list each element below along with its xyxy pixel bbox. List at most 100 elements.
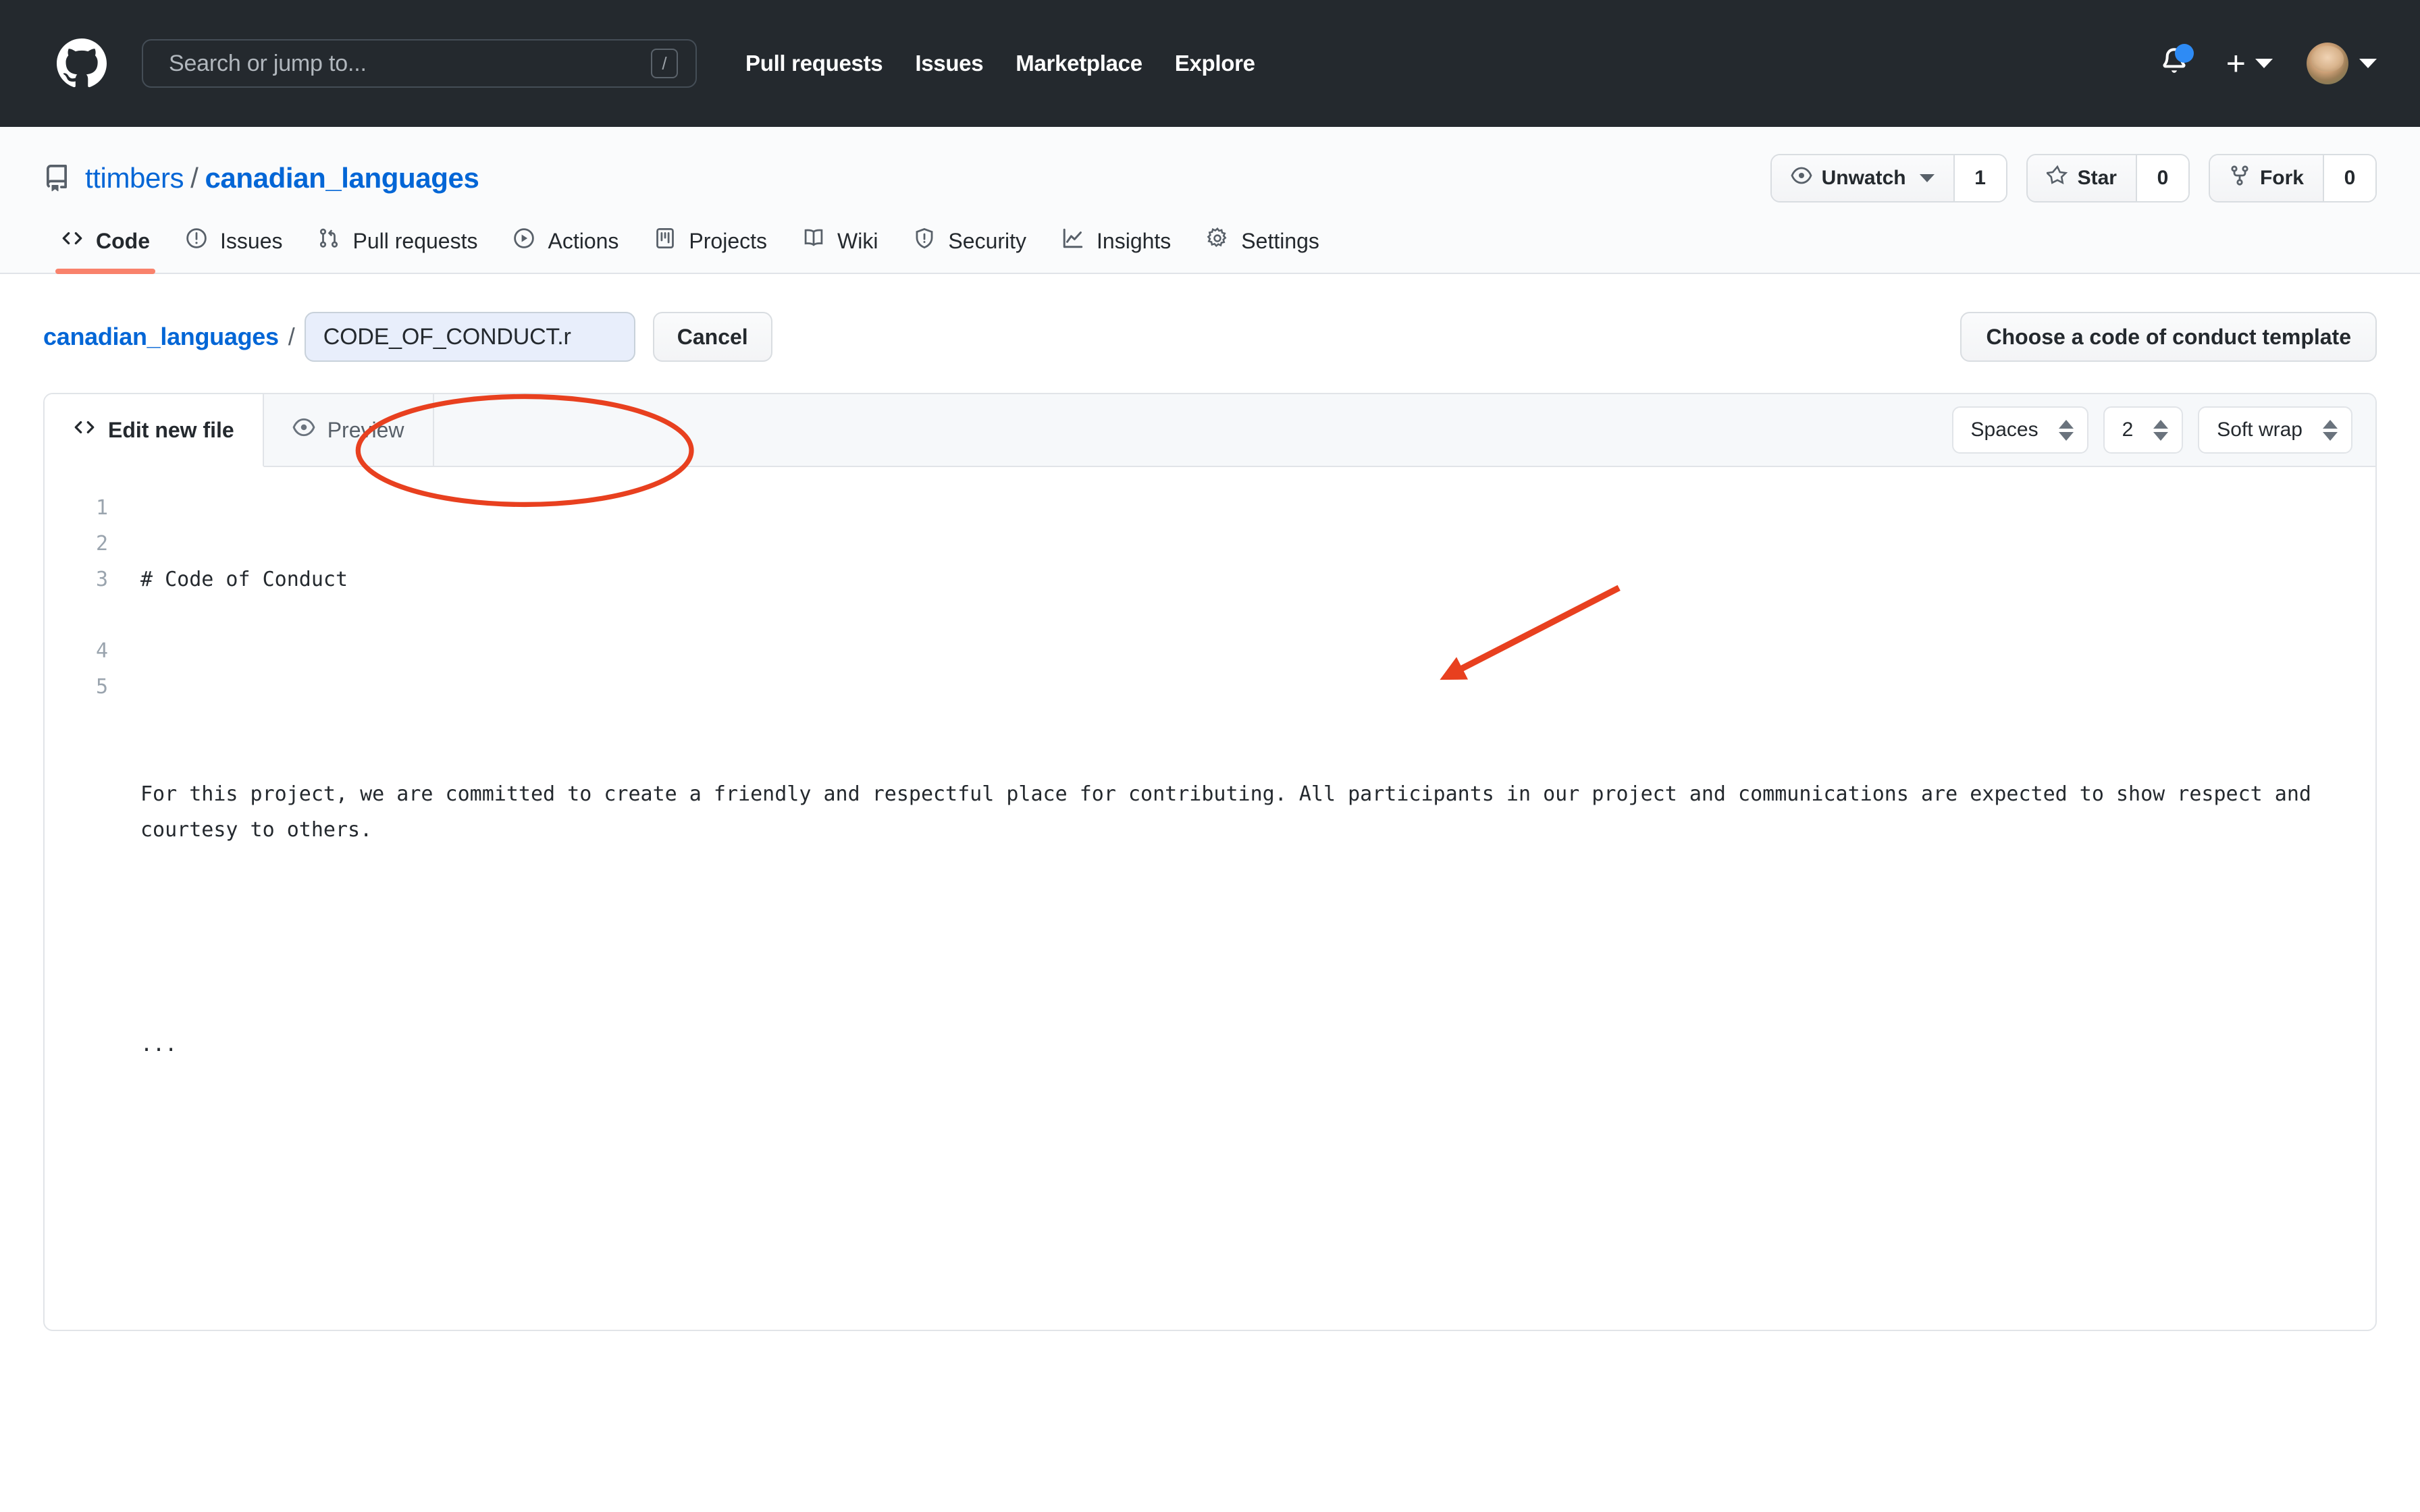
global-search-box[interactable]: / xyxy=(142,39,697,88)
book-icon xyxy=(802,227,825,255)
indent-size-value: 2 xyxy=(2122,418,2134,441)
code-icon xyxy=(61,227,84,255)
create-new-button[interactable]: + xyxy=(2226,51,2273,76)
stepper-icon xyxy=(2059,420,2074,441)
code-line: # Code of Conduct xyxy=(140,562,2375,597)
code-line: For this project, we are committed to cr… xyxy=(140,776,2375,848)
breadcrumb-repo-link[interactable]: canadian_languages xyxy=(43,323,279,351)
file-editor: Edit new file Preview Spaces 2 xyxy=(43,393,2377,1331)
tab-wiki[interactable]: Wiki xyxy=(785,227,895,273)
tab-label: Projects xyxy=(689,229,767,254)
notifications-button[interactable] xyxy=(2153,43,2195,84)
tab-insights[interactable]: Insights xyxy=(1044,227,1188,273)
choose-template-button[interactable]: Choose a code of conduct template xyxy=(1960,312,2377,362)
indent-mode-select[interactable]: Spaces xyxy=(1952,406,2088,454)
graph-icon xyxy=(1061,227,1084,255)
eye-icon xyxy=(292,416,315,444)
tab-preview[interactable]: Preview xyxy=(264,394,434,466)
nav-explore[interactable]: Explore xyxy=(1159,51,1271,76)
star-icon xyxy=(2047,165,2068,192)
tab-code[interactable]: Code xyxy=(43,227,167,273)
filename-input[interactable] xyxy=(323,324,616,350)
nav-issues[interactable]: Issues xyxy=(899,51,999,76)
code-editor-area[interactable]: 1 2 3 4 5 # Code of Conduct For this pro… xyxy=(45,467,2375,1134)
star-button-group[interactable]: Star 0 xyxy=(2026,154,2190,202)
wrap-mode-select[interactable]: Soft wrap xyxy=(2198,406,2352,454)
star-count[interactable]: 0 xyxy=(2136,155,2188,201)
eye-icon xyxy=(1791,165,1812,192)
line-number: 2 xyxy=(45,526,108,562)
tab-actions[interactable]: Actions xyxy=(495,227,636,273)
github-logo-link[interactable] xyxy=(57,38,107,88)
line-number: 3 xyxy=(45,562,108,597)
line-number: 1 xyxy=(45,490,108,526)
tab-label: Issues xyxy=(220,229,282,254)
tab-edit-new-file[interactable]: Edit new file xyxy=(45,394,264,467)
watch-count[interactable]: 1 xyxy=(1953,155,2006,201)
tab-security[interactable]: Security xyxy=(895,227,1044,273)
tab-label: Wiki xyxy=(837,229,878,254)
plus-icon: + xyxy=(2226,51,2246,76)
line-number-gutter: 1 2 3 4 5 xyxy=(45,490,120,1134)
issue-icon xyxy=(185,227,208,255)
fork-button-group[interactable]: Fork 0 xyxy=(2209,154,2377,202)
github-mark-icon xyxy=(57,38,107,88)
repo-owner-link[interactable]: ttimbers xyxy=(85,162,184,194)
file-path-bar: canadian_languages / Cancel Choose a cod… xyxy=(43,312,2377,362)
nav-pull-requests[interactable]: Pull requests xyxy=(729,51,899,76)
editor-options: Spaces 2 Soft wrap xyxy=(1929,394,2376,466)
cancel-button[interactable]: Cancel xyxy=(653,312,772,362)
star-label: Star xyxy=(2078,167,2117,190)
code-line xyxy=(140,669,2375,705)
shield-icon xyxy=(913,227,936,255)
avatar xyxy=(2307,43,2348,84)
breadcrumb-separator: / xyxy=(288,323,295,351)
fork-button[interactable]: Fork xyxy=(2210,155,2323,201)
line-number: 4 xyxy=(45,633,108,669)
tab-label: Security xyxy=(948,229,1026,254)
global-header: / Pull requests Issues Marketplace Explo… xyxy=(0,0,2420,127)
global-nav: Pull requests Issues Marketplace Explore xyxy=(729,51,1271,76)
chevron-down-icon xyxy=(1920,174,1935,182)
tab-settings[interactable]: Settings xyxy=(1188,227,1337,273)
fork-count[interactable]: 0 xyxy=(2323,155,2375,201)
tab-label: Actions xyxy=(548,229,619,254)
project-icon xyxy=(654,227,677,255)
chevron-down-icon xyxy=(2255,59,2273,68)
indent-size-select[interactable]: 2 xyxy=(2103,406,2184,454)
user-menu-button[interactable] xyxy=(2307,43,2377,84)
filename-field[interactable] xyxy=(305,312,635,362)
repository-title-row: ttimbers/canadian_languages Unwatch 1 xyxy=(43,154,2377,202)
unwatch-label: Unwatch xyxy=(1822,167,1906,190)
tab-label: Insights xyxy=(1097,229,1171,254)
tab-pull-requests[interactable]: Pull requests xyxy=(300,227,495,273)
repository-action-buttons: Unwatch 1 Star 0 xyxy=(1770,154,2377,202)
editor-tab-label: Edit new file xyxy=(108,418,234,443)
repo-name-link[interactable]: canadian_languages xyxy=(205,162,479,194)
watch-button-group[interactable]: Unwatch 1 xyxy=(1770,154,2007,202)
tab-label: Settings xyxy=(1241,229,1319,254)
unwatch-button[interactable]: Unwatch xyxy=(1772,155,1953,201)
nav-marketplace[interactable]: Marketplace xyxy=(999,51,1158,76)
repo-title-separator: / xyxy=(190,162,198,194)
search-input[interactable] xyxy=(169,51,651,77)
tab-issues[interactable]: Issues xyxy=(167,227,300,273)
wrap-mode-value: Soft wrap xyxy=(2217,418,2303,441)
gear-icon xyxy=(1206,227,1229,255)
main-content: canadian_languages / Cancel Choose a cod… xyxy=(0,274,2420,1331)
code-line: ... xyxy=(140,1027,2375,1062)
repository-tabs: Code Issues Pull requests xyxy=(43,227,2377,273)
code-icon xyxy=(73,416,96,444)
notification-unread-dot xyxy=(2175,44,2194,63)
star-button[interactable]: Star xyxy=(2028,155,2136,201)
tab-label: Code xyxy=(96,229,150,254)
tab-projects[interactable]: Projects xyxy=(636,227,785,273)
code-lines[interactable]: # Code of Conduct For this project, we a… xyxy=(120,490,2375,1134)
play-icon xyxy=(512,227,535,255)
stepper-icon xyxy=(2323,420,2338,441)
pr-icon xyxy=(317,227,340,255)
fork-icon xyxy=(2229,165,2251,192)
code-line xyxy=(140,919,2375,955)
page-title: ttimbers/canadian_languages xyxy=(85,162,479,194)
line-number: 5 xyxy=(45,669,108,705)
